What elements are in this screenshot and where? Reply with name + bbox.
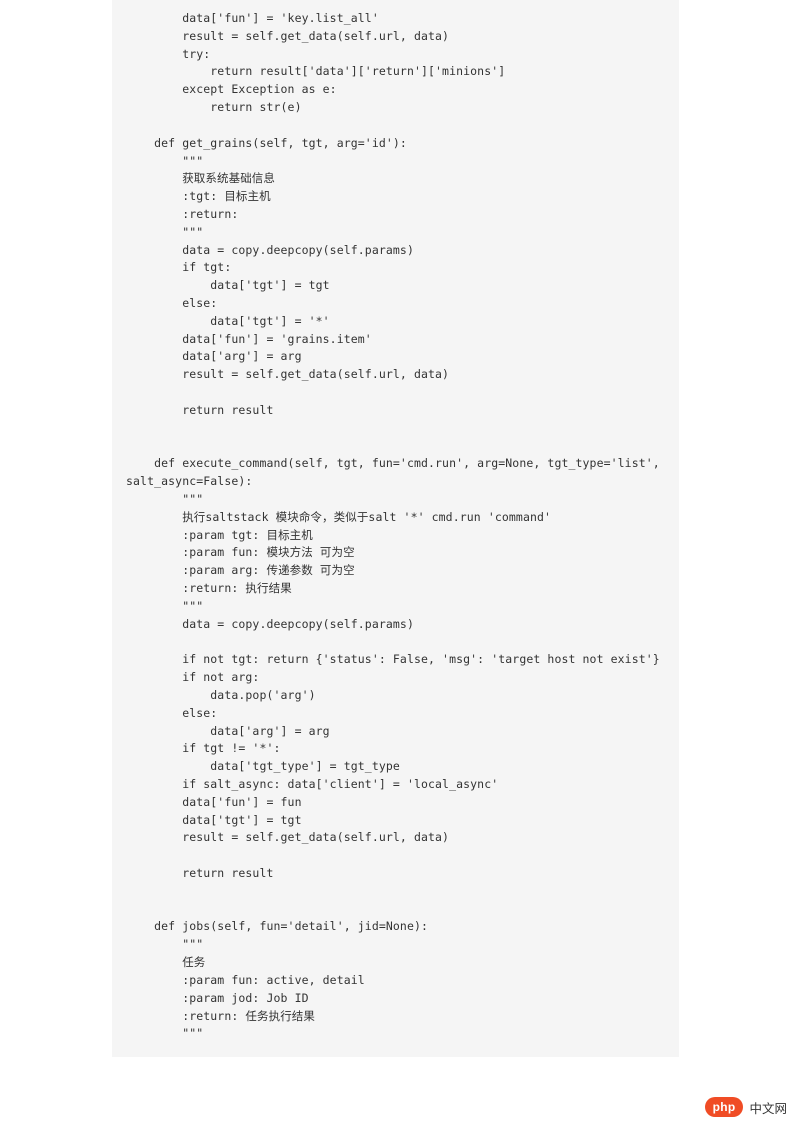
code-block: data['fun'] = 'key.list_all' result = se… — [112, 0, 679, 1057]
site-badge: php 中文网 — [705, 1097, 787, 1117]
badge-pill: php — [705, 1097, 744, 1117]
badge-text: 中文网 — [749, 1098, 787, 1117]
